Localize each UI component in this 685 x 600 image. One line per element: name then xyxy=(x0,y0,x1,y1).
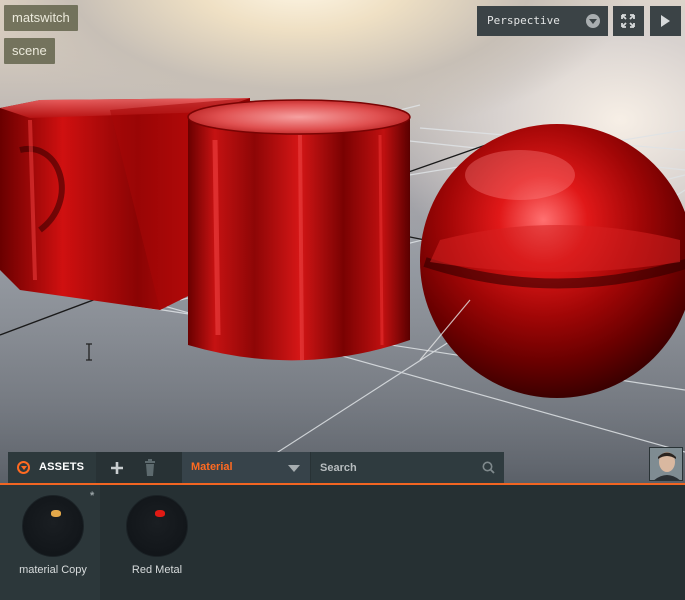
chevron-down-icon xyxy=(586,14,600,28)
fullscreen-button[interactable] xyxy=(613,6,644,36)
asset-type-label: Material xyxy=(191,461,233,473)
avatar-image xyxy=(650,448,682,480)
scene-viewport[interactable]: matswitch scene Perspective xyxy=(0,0,685,484)
red-cylinder xyxy=(187,99,411,361)
trash-icon xyxy=(145,459,155,476)
assets-tab-label: ASSETS xyxy=(39,461,85,473)
asset-grid: * material Copy Red Metal xyxy=(0,485,685,600)
asset-item-red-metal[interactable]: Red Metal xyxy=(104,485,204,600)
project-name-button[interactable]: matswitch xyxy=(4,5,78,31)
material-preview-sphere xyxy=(22,495,84,557)
user-avatar[interactable] xyxy=(649,447,683,481)
search-input[interactable] xyxy=(311,452,476,483)
collapse-icon xyxy=(17,461,30,474)
asset-search xyxy=(311,452,504,483)
text-cursor-icon xyxy=(86,343,92,361)
asset-type-filter[interactable]: Material xyxy=(182,452,310,483)
scene-render xyxy=(0,98,685,484)
add-asset-button[interactable] xyxy=(108,459,126,477)
assets-toolbar: ASSETS Material xyxy=(0,447,685,484)
camera-mode-select[interactable]: Perspective xyxy=(477,6,608,36)
dropdown-arrow-icon xyxy=(288,465,300,472)
search-icon[interactable] xyxy=(482,461,495,474)
asset-item-material-copy[interactable]: * material Copy xyxy=(0,485,100,600)
specular-highlight xyxy=(155,510,165,517)
scene-name-button[interactable]: scene xyxy=(4,38,55,64)
specular-highlight xyxy=(51,510,61,517)
fullscreen-icon xyxy=(621,14,635,28)
camera-mode-label: Perspective xyxy=(487,14,560,27)
modified-indicator: * xyxy=(90,490,95,502)
plus-icon xyxy=(111,462,123,474)
assets-panel-toggle[interactable]: ASSETS xyxy=(8,452,96,483)
asset-name: material Copy xyxy=(19,564,87,576)
play-icon xyxy=(661,15,670,27)
asset-name: Red Metal xyxy=(131,564,183,576)
red-sphere xyxy=(419,124,685,398)
play-button[interactable] xyxy=(650,6,681,36)
delete-asset-button[interactable] xyxy=(142,459,158,477)
assets-bar: ASSETS Material xyxy=(8,452,504,483)
material-preview-sphere xyxy=(126,495,188,557)
